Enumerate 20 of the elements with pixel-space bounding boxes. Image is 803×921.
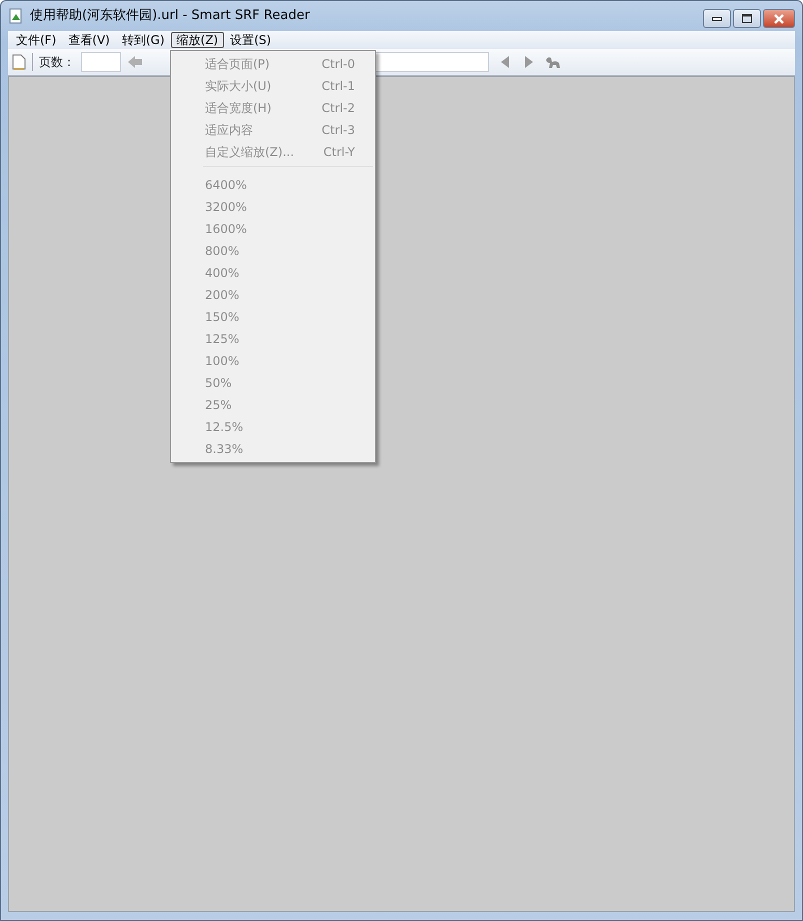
menu-item[interactable]: 缩放(Z): [170, 32, 224, 48]
minimize-button[interactable]: [703, 9, 731, 28]
page-label: 页数：: [39, 54, 75, 71]
minimize-icon: [712, 16, 722, 20]
menu-item[interactable]: 文件(F): [10, 32, 62, 48]
menu-item[interactable]: 转到(G): [116, 32, 171, 48]
left-triangle-icon[interactable]: [501, 56, 510, 68]
close-icon: [773, 14, 785, 24]
maximize-icon: [742, 14, 752, 23]
menu-item[interactable]: 查看(V): [62, 32, 116, 48]
back-arrow-icon[interactable]: [127, 55, 143, 69]
document-icon[interactable]: [12, 54, 26, 70]
close-button[interactable]: [763, 9, 795, 28]
maximize-button[interactable]: [733, 9, 761, 28]
right-triangle-icon[interactable]: [524, 56, 533, 68]
window-title: 使用帮助(河东软件园).url - Smart SRF Reader: [30, 7, 310, 26]
animal-icon[interactable]: [545, 55, 561, 69]
page-field[interactable]: [81, 52, 121, 72]
app-icon: [8, 8, 24, 24]
menu-item[interactable]: 设置(S): [224, 32, 278, 48]
